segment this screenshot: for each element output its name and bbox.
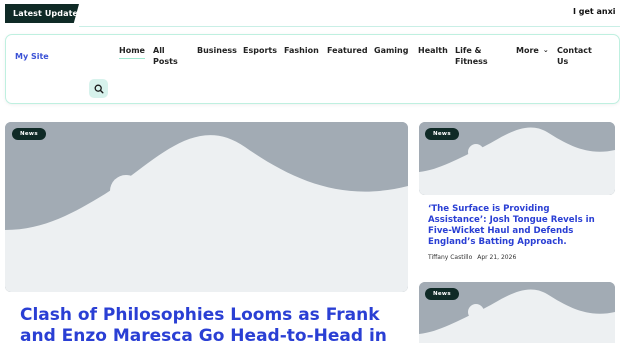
post-date: Apr 21, 2026 xyxy=(477,254,517,261)
nav-fashion[interactable]: Fashion xyxy=(284,45,319,56)
post-meta: Tiffany Castillo Apr 21, 2026 xyxy=(428,254,516,261)
search-button[interactable] xyxy=(89,79,108,98)
category-badge[interactable]: News xyxy=(425,288,459,300)
nav-business[interactable]: Business xyxy=(197,45,237,56)
latest-update-badge: Latest Update xyxy=(5,4,79,23)
nav-gaming[interactable]: Gaming xyxy=(374,45,408,56)
nav-more[interactable]: More ⌄ xyxy=(516,45,549,56)
nav-featured[interactable]: Featured xyxy=(327,45,368,56)
nav-esports[interactable]: Esports xyxy=(243,45,277,56)
ticker-divider xyxy=(79,26,620,27)
image-placeholder-icon xyxy=(5,122,408,292)
side-post-image[interactable]: News xyxy=(419,122,615,195)
nav-contact-us[interactable]: Contact Us xyxy=(557,45,592,67)
site-header: My Site Home All Posts Business Esports … xyxy=(5,34,620,104)
nav-all-posts[interactable]: All Posts xyxy=(153,45,178,67)
nav-more-label: More xyxy=(516,46,539,55)
site-title[interactable]: My Site xyxy=(15,52,49,61)
nav-life-fitness[interactable]: Life & Fitness xyxy=(455,45,488,67)
category-badge[interactable]: News xyxy=(12,128,46,140)
search-icon xyxy=(94,84,104,94)
side-post-title[interactable]: ‘The Surface is Providing Assistance’: J… xyxy=(428,204,608,248)
post-author[interactable]: Tiffany Castillo xyxy=(428,254,472,261)
side-post-image[interactable]: News xyxy=(419,282,615,343)
category-badge[interactable]: News xyxy=(425,128,459,140)
featured-post-image[interactable]: News xyxy=(5,122,408,292)
featured-post-title[interactable]: Clash of Philosophies Looms as Frank and… xyxy=(20,305,390,343)
ticker-headline[interactable]: I get anxi xyxy=(573,7,616,16)
nav-health[interactable]: Health xyxy=(418,45,448,56)
chevron-down-icon: ⌄ xyxy=(542,46,549,54)
nav-home[interactable]: Home xyxy=(119,45,145,59)
